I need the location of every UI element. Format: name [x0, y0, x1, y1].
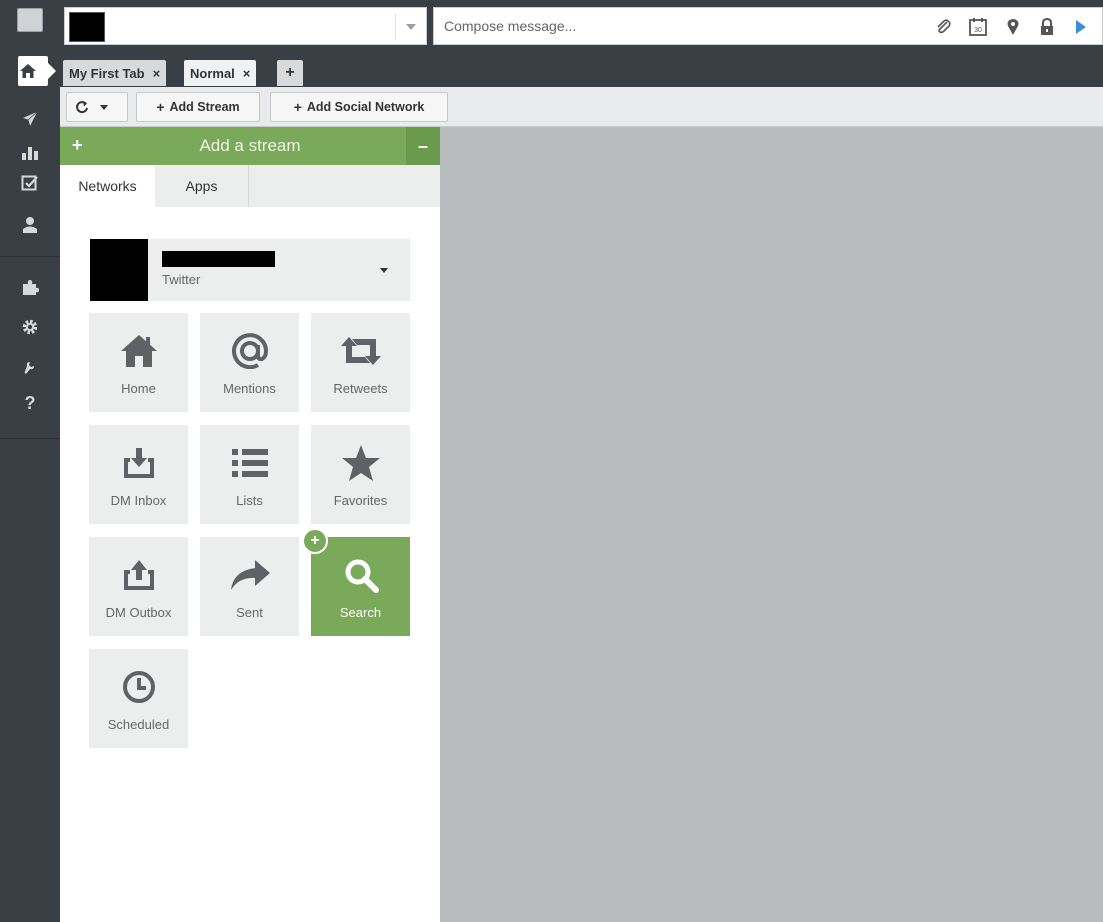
refresh-button[interactable]	[66, 92, 128, 122]
stream-tile-search[interactable]: + Search	[302, 528, 410, 636]
account-network-label: Twitter	[162, 272, 201, 287]
stream-tile-label: Sent	[236, 605, 263, 620]
person-icon	[23, 217, 37, 233]
account-selector[interactable]: Twitter	[90, 239, 410, 301]
retweet-icon	[339, 331, 383, 371]
nav-contacts[interactable]	[14, 210, 46, 240]
selected-profile-avatar	[69, 12, 105, 42]
plus-icon: +	[293, 99, 302, 115]
lock-icon[interactable]	[1036, 17, 1058, 37]
stream-tile-dm-inbox[interactable]: DM Inbox	[89, 425, 188, 524]
at-icon	[231, 331, 268, 371]
tab-normal[interactable]: Normal ×	[184, 60, 257, 86]
nav-settings[interactable]	[14, 312, 46, 342]
add-stream-label: Add Stream	[169, 100, 240, 114]
nav-assignments[interactable]	[14, 168, 46, 198]
location-pin-icon[interactable]	[1002, 17, 1024, 37]
nav-tools[interactable]	[14, 352, 46, 382]
add-stream-button[interactable]: + Add Stream	[136, 92, 260, 122]
nav-publisher[interactable]	[14, 104, 46, 134]
nav-help[interactable]: ?	[14, 388, 46, 418]
tab-label: My First Tab	[69, 65, 145, 81]
star-icon	[341, 443, 381, 483]
nav-apps[interactable]	[14, 272, 46, 302]
stream-tile-favorites[interactable]: Favorites	[311, 425, 410, 524]
nav-analytics[interactable]	[14, 137, 46, 167]
inbox-icon	[121, 443, 157, 483]
plus-icon: +	[156, 99, 165, 115]
tab-bar: My First Tab × Normal × +	[60, 52, 1103, 87]
streams-workspace	[440, 127, 1103, 922]
gear-icon	[22, 319, 38, 335]
outbox-icon	[121, 555, 157, 595]
bar-chart-icon	[22, 147, 38, 160]
stream-tile-label: DM Outbox	[105, 605, 172, 620]
home-icon	[20, 64, 36, 78]
stream-tile-dm-outbox[interactable]: DM Outbox	[89, 537, 188, 636]
profile-selector-divider	[395, 14, 396, 40]
stream-tile-scheduled[interactable]: Scheduled	[89, 649, 188, 748]
clock-icon	[121, 667, 157, 707]
stream-tile-label: Lists	[236, 493, 263, 508]
add-social-network-button[interactable]: + Add Social Network	[270, 92, 448, 122]
compose-bar: 30	[60, 0, 1103, 52]
account-avatar	[90, 239, 148, 301]
account-name-redacted	[162, 251, 275, 267]
stream-tile-mentions[interactable]: Mentions	[200, 313, 299, 412]
panel-header: + Add a stream –	[60, 127, 440, 165]
owl-logo[interactable]	[17, 8, 43, 32]
compose-box: 30	[433, 7, 1103, 45]
chevron-down-icon[interactable]	[406, 24, 416, 30]
refresh-icon	[76, 101, 88, 114]
tab-label: Normal	[190, 65, 235, 81]
help-icon: ?	[24, 392, 36, 413]
list-icon	[231, 443, 269, 483]
chevron-down-icon[interactable]	[380, 268, 388, 273]
stream-tile-home[interactable]: Home	[89, 313, 188, 412]
wrench-icon	[24, 362, 34, 374]
stream-tile-sent[interactable]: Sent	[200, 537, 299, 636]
plus-icon: +	[285, 64, 295, 81]
calendar-day-text: 30	[974, 27, 982, 34]
tab-networks[interactable]: Networks	[60, 165, 155, 207]
stream-tile-label: Mentions	[223, 381, 276, 396]
stream-tile-label: Home	[121, 381, 156, 396]
sidebar-divider-bottom	[0, 438, 60, 439]
tab-apps[interactable]: Apps	[155, 165, 249, 207]
stream-tile-label: Favorites	[333, 493, 388, 508]
search-icon	[343, 555, 379, 595]
panel-title: Add a stream	[199, 136, 301, 155]
puzzle-icon	[23, 280, 39, 295]
home-icon	[119, 331, 159, 371]
calendar-icon[interactable]: 30	[967, 17, 989, 37]
stream-tile-label: Scheduled	[107, 717, 170, 732]
add-badge-icon[interactable]: +	[302, 528, 328, 554]
add-social-network-label: Add Social Network	[306, 100, 425, 114]
paperclip-icon[interactable]	[932, 17, 954, 37]
compose-message-input[interactable]	[434, 8, 914, 44]
close-icon[interactable]: ×	[153, 66, 161, 81]
stream-tile-label: Search	[339, 605, 382, 620]
share-arrow-icon	[229, 555, 271, 595]
nav-streams[interactable]	[0, 56, 60, 86]
collapse-panel-button[interactable]: –	[406, 127, 440, 165]
tab-my-first-tab[interactable]: My First Tab ×	[63, 60, 167, 86]
sidebar-divider	[0, 256, 60, 257]
main-sidebar: ?	[0, 0, 60, 922]
stream-toolbar: + Add Stream + Add Social Network	[60, 87, 1103, 127]
stream-tile-label: DM Inbox	[110, 493, 167, 508]
chevron-down-icon[interactable]	[100, 105, 108, 110]
checkbox-icon	[21, 175, 38, 191]
panel-tabs: Networks Apps	[60, 165, 440, 207]
add-stream-panel: + Add a stream – Networks Apps Twitter H…	[60, 127, 440, 922]
stream-tile-label: Retweets	[333, 381, 388, 396]
profile-selector[interactable]	[64, 7, 427, 45]
minus-icon: –	[417, 135, 428, 156]
add-tab-button[interactable]: +	[277, 60, 303, 86]
stream-tile-lists[interactable]: Lists	[200, 425, 299, 524]
send-arrow-icon[interactable]	[1070, 17, 1092, 37]
close-icon[interactable]: ×	[243, 66, 251, 81]
paper-plane-icon	[21, 110, 39, 128]
stream-tile-retweets[interactable]: Retweets	[311, 313, 410, 412]
